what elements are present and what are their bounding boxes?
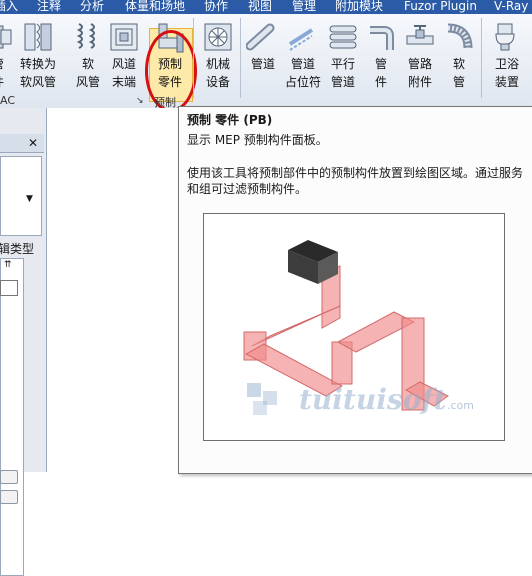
air-terminal-icon [110,23,138,51]
mechanical-equipment-label-2: 设备 [205,75,230,89]
convert-flex-duct-label-2: 软风管 [19,75,56,89]
property-button[interactable] [0,490,18,504]
pipe-fitting-icon [370,26,394,50]
plumbing-fixture-label-1: 卫浴 [494,57,519,71]
air-terminal-label-2: 末端 [111,75,136,89]
pipe-placeholder-label-2: 占位符 [284,75,321,89]
menu-analyze[interactable]: 分析 [80,0,104,13]
convert-flex-duct-icon [24,23,52,51]
flex-pipe-label-1: 软 [452,57,465,71]
tooltip-detail: 使用该工具将预制部件中的预制构件放置到绘图区域。通过服务和组可过滤预制构件。 [187,166,524,196]
duct-fitting-label-1: 管 [0,56,18,72]
menu-view[interactable]: 视图 [248,0,272,13]
plumbing-fixture-label-2: 装置 [494,75,519,89]
menu-addins[interactable]: 附加模块 [335,0,383,13]
group-label-hvac: AC [0,94,16,107]
pipe-accessory-label-2: 附件 [407,75,432,89]
duct-fitting-button[interactable]: 管 件 [0,20,18,90]
edit-type-label[interactable]: 编辑类型 [0,240,34,257]
properties-panel: ✕ ▼ 编辑类型 ⇈ [0,108,47,576]
menu-bar: 插入 注释 分析 体量和场地 协作 视图 管理 附加模块 Fuzor Plugi… [0,0,532,14]
air-terminal-button[interactable]: 风道 末端 [104,20,144,90]
watermark-suffix: .com [447,399,474,412]
mechanical-equipment-label-1: 机械 [205,57,230,71]
flex-pipe-icon [447,23,473,49]
parallel-pipes-icon [329,25,357,49]
convert-to-flex-duct-button[interactable]: 转换为 软风管 [18,20,58,90]
pipe-button[interactable]: 管道 [243,20,283,74]
tooltip-description: 显示 MEP 预制构件面板。 [187,133,328,147]
parallel-pipes-label-2: 管道 [330,75,355,89]
property-button[interactable] [0,470,18,484]
plumbing-fixture-button[interactable]: 卫浴 装置 [487,20,527,90]
flex-duct-label-1: 软 [81,57,94,71]
air-terminal-label-1: 风道 [111,57,136,71]
watermark-logo-icon [247,383,277,415]
pipe-accessory-button[interactable]: 管路 附件 [400,20,440,90]
menu-vray[interactable]: V-Ray [494,0,528,13]
pipe-accessory-icon [406,25,434,45]
pipe-placeholder-button[interactable]: 管道 占位符 [283,20,323,90]
flex-pipe-button[interactable]: 软 管 [439,20,479,90]
menu-fuzor-plugin[interactable]: Fuzor Plugin [404,0,477,13]
properties-list [0,258,24,576]
plumbing-fixture-icon [495,23,515,51]
type-selector[interactable] [0,156,42,236]
ribbon: 管 件 转换为 软风管 软 风管 风道 末端 预制 零件 机械 设备 管道 管道… [0,14,532,112]
pipe-fitting-button[interactable]: 管 件 [361,20,401,90]
menu-insert[interactable]: 插入 [0,0,18,13]
close-icon[interactable]: ✕ [28,136,38,150]
pipe-fitting-label-1: 管 [374,57,387,71]
watermark-text: tuituisoft [299,383,447,416]
tooltip-title: 预制 零件 (PB) [187,113,273,127]
property-value-field[interactable] [0,280,18,296]
ribbon-separator [193,18,194,98]
flex-pipe-label-2: 管 [452,75,465,89]
tooltip: 预制 零件 (PB) 显示 MEP 预制构件面板。 使用该工具将预制部件中的预制… [178,106,532,474]
parallel-pipes-label-1: 平行 [330,57,355,71]
duct-fitting-label-2: 件 [0,74,18,90]
mechanical-equipment-icon [204,23,232,51]
group-launcher-icon[interactable]: ↘ [136,96,144,106]
pipe-accessory-label-1: 管路 [407,57,432,71]
menu-annotate[interactable]: 注释 [37,0,61,13]
pipe-fitting-label-2: 件 [374,75,387,89]
menu-manage[interactable]: 管理 [292,0,316,13]
collapse-icon[interactable]: ⇈ [4,260,12,270]
pipe-placeholder-icon [288,28,314,51]
pipe-label-1: 管道 [250,57,275,71]
menu-collaborate[interactable]: 协作 [204,0,228,13]
chevron-down-icon[interactable]: ▼ [26,194,33,204]
ribbon-separator [481,18,482,98]
convert-flex-duct-label-1: 转换为 [19,57,56,71]
parallel-pipes-button[interactable]: 平行 管道 [323,20,363,90]
menu-massing-site[interactable]: 体量和场地 [125,0,185,13]
pipe-icon [246,23,275,51]
duct-fitting-icon [0,25,12,49]
flex-duct-label-2: 风管 [75,75,100,89]
pipe-placeholder-label-1: 管道 [290,57,315,71]
ribbon-separator [240,18,241,98]
flex-duct-icon [76,23,95,49]
mechanical-equipment-button[interactable]: 机械 设备 [198,20,238,90]
flex-duct-button[interactable]: 软 风管 [68,20,108,90]
